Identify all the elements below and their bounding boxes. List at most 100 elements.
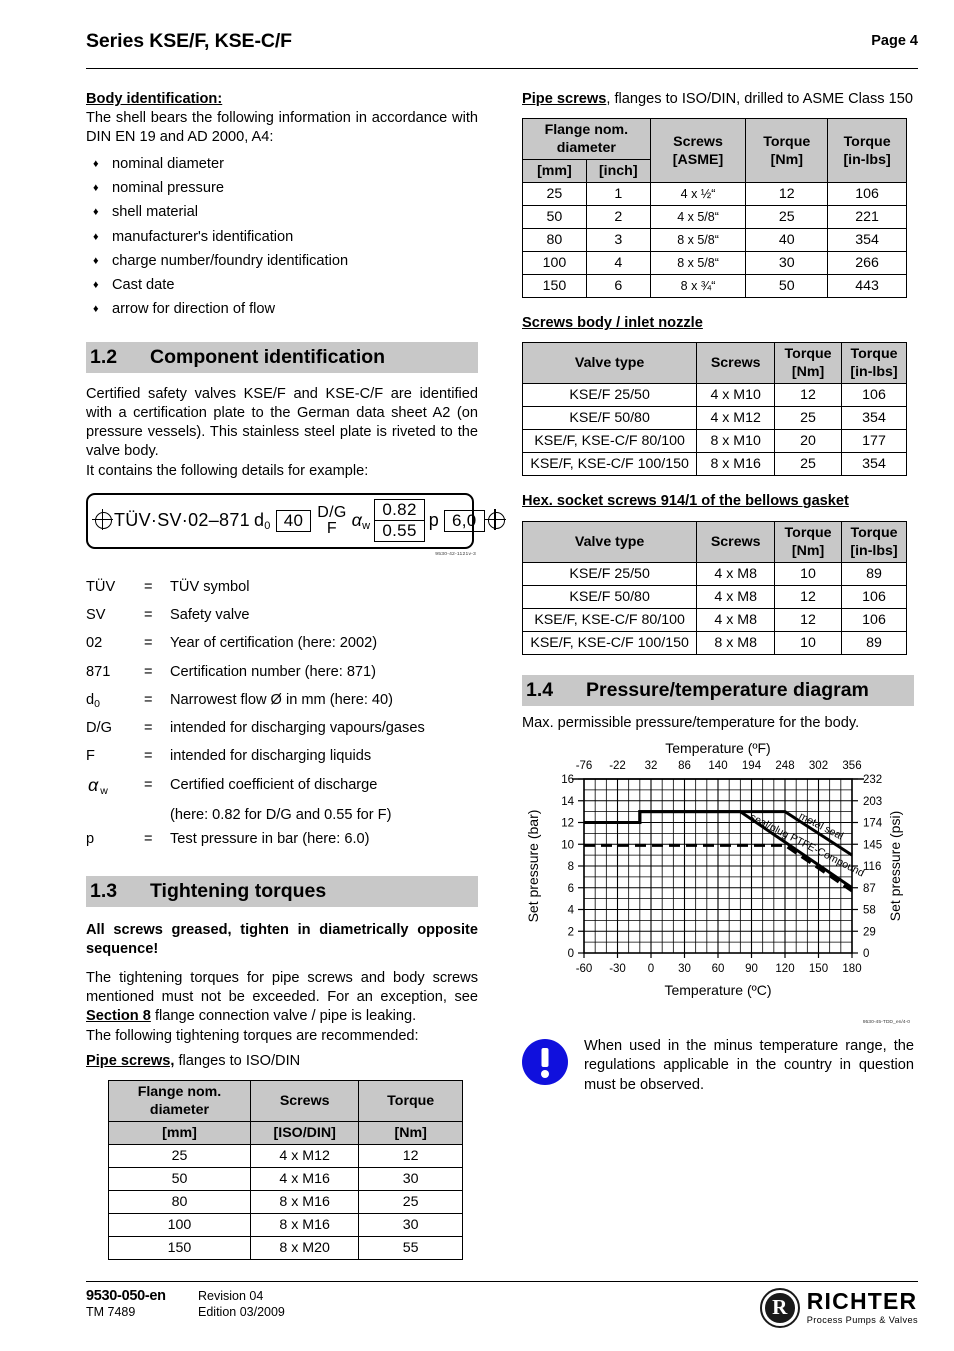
svg-text:Set pressure (bar): Set pressure (bar) xyxy=(525,809,541,922)
cell-torque-nm: 40 xyxy=(745,228,829,253)
header-unit-asme: [ASME] xyxy=(672,151,724,168)
svg-text:60: 60 xyxy=(712,963,725,975)
section-number: 1.2 xyxy=(90,345,118,368)
notice-exclamation-icon xyxy=(522,1038,568,1085)
cell-diameter: 25 xyxy=(108,1144,251,1169)
cell-screws: 4 x 5/8“ xyxy=(649,205,747,230)
cell-screws: 4 x M12 xyxy=(249,1144,360,1169)
cell-screws: 8 x M16 xyxy=(249,1213,360,1238)
svg-text:-76: -76 xyxy=(576,760,593,772)
table-head: Valve type Screws Torque [Nm] Torque [in… xyxy=(521,520,907,563)
table-row: 25 1 4 x ½“ 12 106 xyxy=(522,182,907,207)
svg-text:203: 203 xyxy=(863,796,882,808)
chart-caption: Max. permissible pressure/temperature fo… xyxy=(522,714,860,731)
legend-key xyxy=(86,803,144,827)
header-flange-diameter: Flange nom. diameter xyxy=(522,118,651,161)
cell-torque-inlbs: 106 xyxy=(841,383,907,408)
list-item: nominal diameter xyxy=(86,152,478,177)
certification-plate-content: TÜV·SV·02–871 d0 40 D/G F αw 0.82 0.55 p… xyxy=(88,495,506,547)
section-8-reference[interactable]: Section 8 xyxy=(86,1008,151,1024)
table-row: 80 8 x M16 25 xyxy=(108,1190,463,1215)
svg-text:232: 232 xyxy=(863,774,882,786)
section-heading-1-4: 1.4 Pressure/temperature diagram xyxy=(522,674,914,706)
legend-key: D/G xyxy=(86,720,112,737)
cell-screws: 8 x M20 xyxy=(249,1236,360,1261)
svg-text:2: 2 xyxy=(568,926,574,938)
cell-torque-inlbs: 106 xyxy=(827,182,907,207)
plate-dg-f-stack: D/G F xyxy=(317,504,346,537)
tightening-paragraph-b: The following tightening torques are rec… xyxy=(86,1027,419,1044)
cell-diameter: 150 xyxy=(108,1236,251,1261)
section-1-2-paragraph-1: Certified safety valves KSE/F and KSE-C/… xyxy=(86,385,478,460)
svg-text:356: 356 xyxy=(842,760,861,772)
footer-edition: Edition 03/2009 xyxy=(198,1305,285,1319)
plate-alpha-values: 0.82 0.55 xyxy=(374,499,425,543)
header-torque-text: Torque xyxy=(784,524,832,541)
legend-key: αw xyxy=(88,774,108,797)
certification-plate-outline: TÜV·SV·02–871 d0 40 D/G F αw 0.82 0.55 p… xyxy=(86,492,506,549)
legend-key: 02 xyxy=(86,635,103,652)
cell-torque-nm: 25 xyxy=(774,452,843,477)
legend-row: TÜV = TÜV symbol xyxy=(86,575,478,603)
legend-row: F = intended for discharging liquids xyxy=(86,744,478,772)
svg-text:10: 10 xyxy=(561,839,574,851)
plate-f-label: F xyxy=(326,519,337,537)
legend-equals: = xyxy=(144,635,153,652)
tightening-para-post: flange connection valve / pipe is leakin… xyxy=(150,1008,417,1025)
exclamation-dot xyxy=(541,1069,549,1078)
svg-text:120: 120 xyxy=(775,963,794,975)
plate-main-text: TÜV·SV·02–871 xyxy=(114,510,250,531)
cell-screws: 4 x M8 xyxy=(696,561,776,586)
pipe-screws-asme-label: Pipe screws xyxy=(522,91,607,107)
list-item: Cast date xyxy=(86,273,478,298)
cell-screws: 4 x M12 xyxy=(696,406,776,431)
pipe-screws-iso-subheading: Pipe screws, flanges to ISO/DIN xyxy=(86,1052,478,1071)
list-item: nominal pressure xyxy=(86,176,478,201)
cell-torque: 30 xyxy=(358,1213,463,1238)
header-unit-inlbs: [in-lbs] xyxy=(843,151,891,168)
section-number: 1.3 xyxy=(90,879,118,902)
hex-socket-screws-heading: Hex. socket screws 914/1 of the bellows … xyxy=(522,493,849,510)
legend-value: Certified coefficient of discharge xyxy=(170,776,378,793)
cell-torque-nm: 12 xyxy=(774,607,843,632)
cell-valve-type: KSE/F, KSE-C/F 80/100 xyxy=(521,429,698,454)
cell-torque-nm: 10 xyxy=(774,561,843,586)
cell-torque-inlbs: 106 xyxy=(841,584,907,609)
legend-key: d0 xyxy=(86,691,100,710)
table-row: KSE/F, KSE-C/F 80/100 8 x M10 20 177 xyxy=(521,429,907,454)
footer-revision-info: Revision 04 Edition 03/2009 xyxy=(198,1288,285,1320)
screws-body-inlet-heading: Screws body / inlet nozzle xyxy=(522,315,703,332)
table-body: KSE/F 25/50 4 x M10 12 106 KSE/F 50/80 4… xyxy=(521,383,907,477)
cell-valve-type: KSE/F 50/80 xyxy=(521,584,698,609)
cell-torque-inlbs: 354 xyxy=(827,228,907,253)
cell-valve-type: KSE/F, KSE-C/F 100/150 xyxy=(521,452,698,477)
header-torque-text: Torque xyxy=(784,346,832,363)
hex-socket-screws-table: Valve type Screws Torque [Nm] Torque [in… xyxy=(521,520,907,655)
screws-body-inlet-table: Valve type Screws Torque [Nm] Torque [in… xyxy=(521,342,907,477)
cell-torque-inlbs: 443 xyxy=(827,274,907,299)
table-row: KSE/F, KSE-C/F 100/150 8 x M16 25 354 xyxy=(521,452,907,477)
cell-screws: 4 x ½“ xyxy=(649,182,747,207)
legend-key: 871 xyxy=(86,663,111,680)
cell-torque-nm: 30 xyxy=(745,251,829,276)
tightening-paragraph-a: The tightening torques for pipe screws a… xyxy=(86,969,478,1027)
svg-text:87: 87 xyxy=(863,883,876,895)
chart-drawing-reference: 9530-45-TDD_en/4-0 xyxy=(862,1019,910,1025)
richter-logo: R RICHTER Process Pumps & Valves xyxy=(759,1288,918,1328)
table-row: KSE/F, KSE-C/F 80/100 4 x M8 12 106 xyxy=(521,607,907,632)
cell-torque-inlbs: 177 xyxy=(841,429,907,454)
body-identification-intro: The shell bears the following informatio… xyxy=(86,110,478,146)
cell-valve-type: KSE/F, KSE-C/F 80/100 xyxy=(521,607,698,632)
cell-mm: 100 xyxy=(522,251,587,276)
cell-valve-type: KSE/F 25/50 xyxy=(521,383,698,408)
header-screws: Screws xyxy=(249,1080,360,1123)
right-column: Pipe screws, flanges to ISO/DIN, drilled… xyxy=(521,90,914,1095)
legend-row: D/G = intended for discharging vapours/g… xyxy=(86,716,478,744)
table-head: Flange nom. diameter Screws Torque [mm] … xyxy=(108,1080,463,1146)
table-header-row: Flange nom. diameter Screws [ASME] Torqu… xyxy=(522,118,907,184)
cell-inch: 3 xyxy=(585,228,651,253)
body-identification-bullets: nominal diameter nominal pressure shell … xyxy=(86,152,478,322)
richter-logo-text: RICHTER Process Pumps & Valves xyxy=(807,1290,918,1326)
plate-p-value: 6,0 xyxy=(444,509,485,532)
svg-text:16: 16 xyxy=(561,774,574,786)
